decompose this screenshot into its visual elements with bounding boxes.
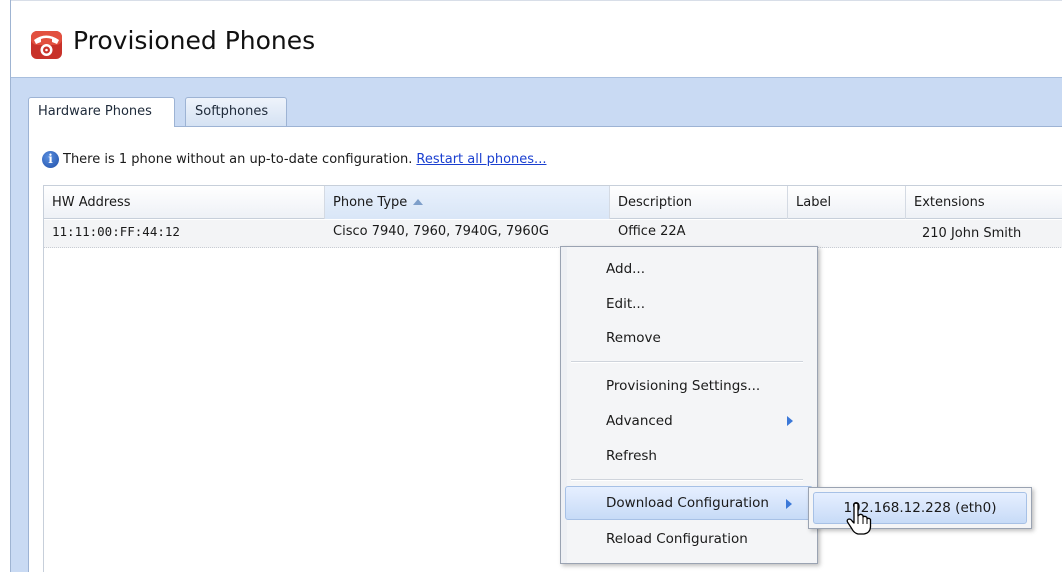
info-bar: i There is 1 phone without an up-to-date… (42, 149, 546, 169)
column-extensions[interactable]: Extensions (906, 186, 1062, 219)
page-title: Provisioned Phones (73, 26, 316, 55)
submenu-arrow-icon (787, 416, 793, 426)
menu-separator (571, 479, 803, 481)
column-description[interactable]: Description (610, 186, 788, 219)
cell-phone-type: Cisco 7940, 7960, 7940G, 7960G (333, 224, 549, 239)
cell-hw-address: 11:11:00:FF:44:12 (52, 224, 180, 239)
menu-item-advanced[interactable]: Advanced (565, 404, 813, 438)
restart-all-phones-link[interactable]: Restart all phones... (416, 152, 546, 167)
download-config-submenu: 192.168.12.228 (eth0) (808, 487, 1032, 529)
menu-item-edit[interactable]: Edit... (565, 287, 813, 321)
menu-item-download-label: Download Configuration (606, 495, 769, 511)
menu-item-provisioning-settings[interactable]: Provisioning Settings... (565, 369, 813, 403)
cell-extensions: 210 John Smith (922, 226, 1022, 241)
red-telephone-icon (31, 31, 62, 59)
tab-softphones[interactable]: Softphones (185, 97, 287, 126)
sort-ascending-icon (413, 199, 424, 205)
submenu-arrow-icon (786, 499, 792, 509)
menu-item-reload-configuration[interactable]: Reload Configuration (565, 522, 813, 556)
table-row[interactable]: 11:11:00:FF:44:12 Cisco 7940, 7960, 7940… (44, 220, 1062, 248)
column-phone-type[interactable]: Phone Type (325, 186, 610, 219)
menu-item-add[interactable]: Add... (565, 252, 813, 286)
info-message: There is 1 phone without an up-to-date c… (63, 151, 413, 167)
column-hw-address[interactable]: HW Address (44, 186, 325, 219)
column-label[interactable]: Label (788, 186, 906, 219)
tab-hardware-phones[interactable]: Hardware Phones (28, 97, 175, 127)
cell-description: Office 22A (618, 224, 686, 239)
cell-label (788, 220, 906, 248)
info-icon: i (42, 150, 59, 168)
menu-item-remove[interactable]: Remove (565, 321, 813, 355)
grid-header: HW Address Phone Type Description Label … (44, 186, 1062, 219)
menu-separator (571, 361, 803, 363)
menu-item-advanced-label: Advanced (606, 413, 673, 429)
menu-item-download-configuration[interactable]: Download Configuration (565, 486, 813, 520)
menu-item-refresh[interactable]: Refresh (565, 439, 813, 473)
context-menu: Add... Edit... Remove Provisioning Setti… (560, 246, 818, 564)
hand-pointer-cursor-icon (846, 502, 872, 535)
page-header: Provisioned Phones (11, 0, 1062, 77)
